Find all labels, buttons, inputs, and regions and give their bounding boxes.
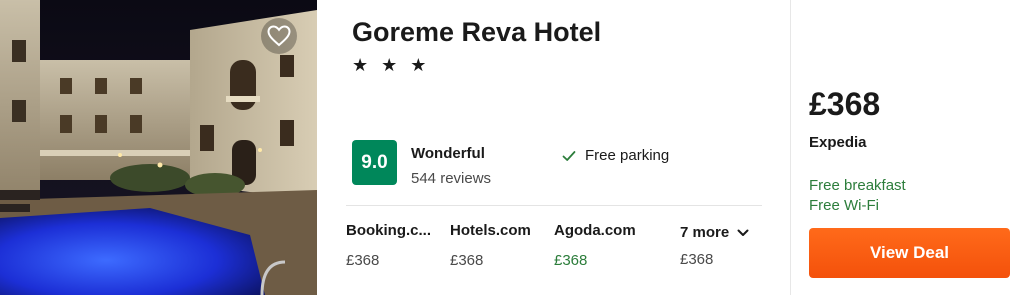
heart-outline-icon — [267, 25, 291, 47]
perk-free-wifi: Free Wi-Fi — [809, 197, 879, 214]
provider-name: Hotels.com — [450, 222, 531, 239]
provider-hotels-com[interactable]: Hotels.com £368 — [450, 222, 550, 269]
provider-price: £368 — [450, 252, 484, 269]
provider-booking[interactable]: Booking.c... £368 — [346, 222, 446, 269]
rating-score-badge: 9.0 — [352, 140, 397, 185]
check-icon — [562, 150, 576, 161]
provider-agoda[interactable]: Agoda.com £368 — [554, 222, 654, 269]
rating-label: Wonderful — [411, 145, 485, 162]
divider — [346, 205, 762, 206]
more-providers-price: £368 — [680, 251, 714, 268]
provider-name: Booking.c... — [346, 222, 432, 239]
star-rating: ★ ★ ★ — [352, 55, 431, 75]
more-providers-button[interactable]: 7 more — [680, 224, 749, 241]
amenity-label: Free parking — [585, 147, 670, 164]
more-providers-label: 7 more — [680, 224, 730, 241]
provider-price-best: £368 — [554, 252, 588, 269]
favorite-button[interactable] — [261, 18, 297, 54]
review-count[interactable]: 544 reviews — [411, 170, 491, 187]
view-deal-button[interactable]: View Deal — [809, 228, 1010, 278]
chevron-down-icon — [737, 229, 749, 236]
hotel-card: Goreme Reva Hotel ★ ★ ★ 9.0 Wonderful 54… — [0, 0, 1024, 295]
provider-name: Agoda.com — [554, 222, 636, 239]
hotel-photo[interactable] — [0, 0, 317, 295]
deal-price: £368 — [809, 86, 881, 122]
perk-free-breakfast: Free breakfast — [809, 177, 906, 194]
deal-source: Expedia — [809, 134, 867, 151]
column-divider — [790, 0, 791, 295]
provider-price: £368 — [346, 252, 380, 269]
amenity-item: Free parking — [561, 147, 669, 164]
hotel-name[interactable]: Goreme Reva Hotel — [352, 17, 601, 48]
